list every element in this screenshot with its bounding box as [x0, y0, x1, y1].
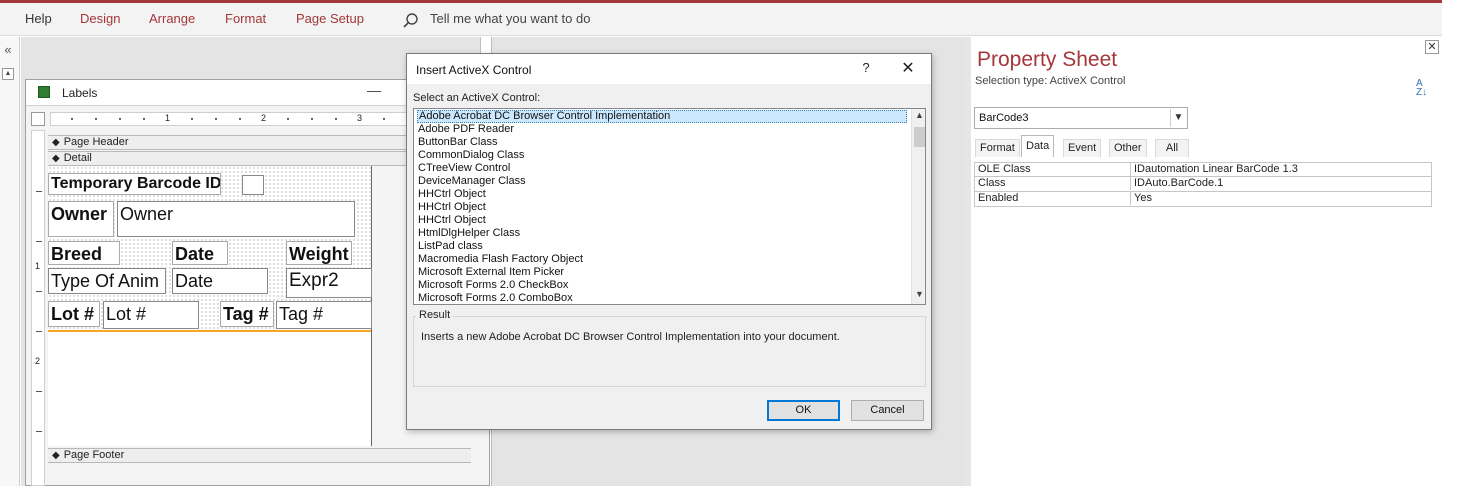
scroll-up-icon[interactable]: ▲ [912, 110, 925, 124]
menu-format[interactable]: Format [225, 11, 266, 26]
tag-label[interactable]: Tag # [220, 301, 274, 327]
list-item[interactable]: ButtonBar Class [417, 136, 907, 149]
insert-activex-dialog: Insert ActiveX Control ? ✕ Select an Act… [406, 53, 932, 430]
nav-scroll-up-icon[interactable]: ▲ [2, 68, 14, 80]
tab-all[interactable]: All [1155, 139, 1189, 157]
result-group-title: Result [416, 309, 454, 321]
minimize-icon[interactable]: — [366, 82, 382, 98]
list-item[interactable]: DeviceManager Class [417, 175, 907, 188]
property-row[interactable]: Enabled Yes [974, 192, 1432, 207]
list-scrollbar[interactable]: ▲ ▼ [911, 109, 925, 304]
barcode-control-placeholder[interactable] [48, 330, 371, 446]
menu-design[interactable]: Design [80, 11, 120, 26]
scroll-thumb[interactable] [914, 127, 925, 147]
tell-me-search[interactable]: Tell me what you want to do [430, 11, 590, 26]
expr2-field[interactable]: Expr2 [286, 268, 372, 298]
temp-barcode-field[interactable] [242, 175, 264, 195]
property-name: Enabled [978, 192, 1019, 204]
ruler-number: 2 [261, 113, 267, 123]
scroll-down-icon[interactable]: ▼ [912, 289, 925, 303]
tab-event[interactable]: Event [1063, 139, 1102, 157]
section-label: Detail [63, 152, 92, 164]
select-control-label: Select an ActiveX Control: [413, 92, 541, 104]
form-title: Labels [62, 86, 98, 100]
property-row[interactable]: OLE Class IDautomation Linear BarCode 1.… [974, 162, 1432, 177]
property-grid: OLE Class IDautomation Linear BarCode 1.… [974, 158, 1434, 208]
owner-label[interactable]: Owner [48, 201, 114, 237]
dialog-titlebar: Insert ActiveX Control ? ✕ [407, 54, 931, 84]
list-item[interactable]: HHCtrl Object [417, 201, 907, 214]
list-item[interactable]: Microsoft Forms 2.0 ComboBox [417, 292, 907, 304]
property-row[interactable]: Class IDAuto.BarCode.1 [974, 177, 1432, 192]
list-item[interactable]: Adobe Acrobat DC Browser Control Impleme… [417, 110, 907, 123]
property-value[interactable]: Yes [1130, 192, 1152, 205]
result-group [413, 316, 926, 387]
lot-field[interactable]: Lot # [103, 301, 199, 329]
close-icon[interactable]: ✕ [1425, 40, 1439, 54]
result-description: Inserts a new Adobe Acrobat DC Browser C… [421, 331, 840, 343]
tag-field[interactable]: Tag # [276, 301, 372, 329]
object-selector[interactable]: BarCode3 ▼ [974, 107, 1188, 129]
breed-label[interactable]: Breed [48, 241, 120, 265]
property-value[interactable]: IDautomation Linear BarCode 1.3 [1130, 163, 1298, 176]
list-item[interactable]: HtmlDlgHelper Class [417, 227, 907, 240]
ruler-number: 3 [357, 113, 363, 123]
list-item[interactable]: Microsoft External Item Picker [417, 266, 907, 279]
list-item[interactable]: Adobe PDF Reader [417, 123, 907, 136]
menu-arrange[interactable]: Arrange [149, 11, 195, 26]
form-icon [38, 86, 50, 98]
list-item[interactable]: HHCtrl Object [417, 188, 907, 201]
owner-field[interactable]: Owner [117, 201, 355, 237]
type-of-animal-field[interactable]: Type Of Anim [48, 268, 166, 294]
search-icon[interactable] [402, 12, 420, 30]
menu-help[interactable]: Help [25, 11, 52, 26]
weight-label[interactable]: Weight [286, 241, 352, 265]
page-footer-section-bar[interactable]: ◆ Page Footer [48, 448, 471, 463]
expand-nav-icon[interactable]: « [0, 42, 16, 57]
property-sheet-pane: ✕ Property Sheet Selection type: ActiveX… [965, 37, 1442, 486]
list-item[interactable]: Macromedia Flash Factory Object [417, 253, 907, 266]
date-field[interactable]: Date [172, 268, 268, 294]
section-label: Page Header [63, 136, 129, 148]
ruler-number: 2 [35, 356, 41, 366]
temp-barcode-label[interactable]: Temporary Barcode ID [48, 173, 221, 195]
lot-label[interactable]: Lot # [48, 301, 100, 327]
section-label: Page Footer [63, 449, 125, 461]
date-label[interactable]: Date [172, 241, 228, 265]
property-sheet-title: Property Sheet [977, 48, 1118, 71]
ruler-number: 1 [35, 261, 41, 271]
sort-icon[interactable]: A Z↓ [1416, 79, 1430, 98]
list-item[interactable]: HHCtrl Object [417, 214, 907, 227]
property-value[interactable]: IDAuto.BarCode.1 [1130, 177, 1223, 190]
dialog-title: Insert ActiveX Control [416, 63, 532, 77]
property-name: OLE Class [978, 163, 1031, 175]
tab-format[interactable]: Format [975, 139, 1020, 157]
list-item[interactable]: CTreeView Control [417, 162, 907, 175]
list-item[interactable]: Microsoft Forms 2.0 CheckBox [417, 279, 907, 292]
list-item[interactable]: CommonDialog Class [417, 149, 907, 162]
menu-page-setup[interactable]: Page Setup [296, 11, 364, 26]
tab-data[interactable]: Data [1021, 135, 1055, 157]
close-icon[interactable]: ✕ [899, 58, 917, 78]
ruler-number: 1 [165, 113, 171, 123]
cancel-button[interactable]: Cancel [851, 400, 924, 421]
tab-other[interactable]: Other [1109, 139, 1147, 157]
vertical-ruler: 1 2 [31, 130, 45, 486]
navigation-pane [0, 37, 20, 486]
object-selector-value: BarCode3 [979, 112, 1029, 124]
help-icon[interactable]: ? [859, 60, 873, 75]
ok-button[interactable]: OK [767, 400, 840, 421]
list-item[interactable]: ListPad class [417, 240, 907, 253]
ribbon-menu-bar: Help Design Arrange Format Page Setup Te… [0, 0, 1442, 36]
property-name: Class [978, 177, 1006, 189]
selection-type: Selection type: ActiveX Control [975, 75, 1126, 87]
activex-control-list[interactable]: Adobe Acrobat DC Browser Control Impleme… [413, 108, 926, 305]
form-selector[interactable] [31, 112, 45, 126]
chevron-down-icon[interactable]: ▼ [1170, 109, 1186, 127]
